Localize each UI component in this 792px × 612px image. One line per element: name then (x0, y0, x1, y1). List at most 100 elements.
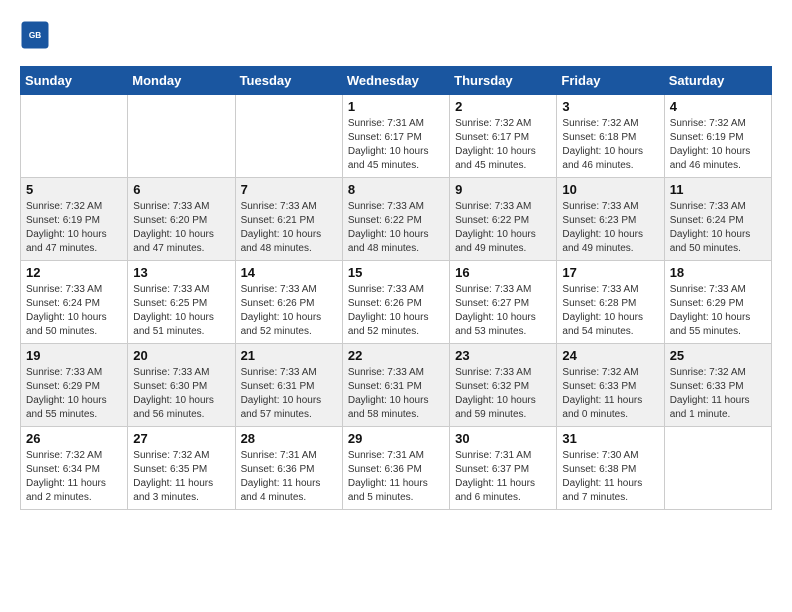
day-header-monday: Monday (128, 67, 235, 95)
day-info: Sunrise: 7:31 AM Sunset: 6:36 PM Dayligh… (241, 449, 337, 505)
day-info: Sunrise: 7:32 AM Sunset: 6:17 PM Dayligh… (455, 117, 551, 173)
day-number: 13 (133, 265, 229, 280)
calendar-cell: 9Sunrise: 7:33 AM Sunset: 6:22 PM Daylig… (450, 178, 557, 261)
calendar-cell: 18Sunrise: 7:33 AM Sunset: 6:29 PM Dayli… (664, 261, 771, 344)
calendar-cell: 19 Sunrise: 7:33 AM Sunset: 6:29 PM Dayli… (21, 344, 128, 427)
day-number: 8 (348, 182, 444, 197)
day-number: 11 (670, 182, 766, 197)
day-info: Sunrise: 7:32 AM Sunset: 6:34 PM Dayligh… (26, 449, 122, 505)
day-info: Sunrise: 7:33 AM Sunset: 6:31 PM Dayligh… (241, 366, 337, 422)
day-number: 31 (562, 431, 658, 446)
calendar-cell: 22 Sunrise: 7:33 AM Sunset: 6:31 PM Dayli… (342, 344, 449, 427)
day-number: 19 (26, 348, 122, 363)
calendar-cell (664, 427, 771, 510)
day-number: 23 (455, 348, 551, 363)
calendar-cell: 15Sunrise: 7:33 AM Sunset: 6:26 PM Dayli… (342, 261, 449, 344)
calendar-cell: 25Sunrise: 7:32 AM Sunset: 6:33 PM Dayli… (664, 344, 771, 427)
day-number: 18 (670, 265, 766, 280)
day-info: Sunrise: 7:32 AM Sunset: 6:19 PM Dayligh… (670, 117, 766, 173)
calendar-week-row: 19 Sunrise: 7:33 AM Sunset: 6:29 PM Dayli… (21, 344, 772, 427)
logo-icon: GB (20, 20, 50, 50)
day-info: Sunrise: 7:32 AM Sunset: 6:35 PM Dayligh… (133, 449, 229, 505)
calendar-table: SundayMondayTuesdayWednesdayThursdayFrid… (20, 66, 772, 510)
calendar-week-row: 1 Sunrise: 7:31 AM Sunset: 6:17 PM Daylig… (21, 95, 772, 178)
day-info: Sunrise: 7:33 AM Sunset: 6:24 PM Dayligh… (670, 200, 766, 256)
calendar-header-row: SundayMondayTuesdayWednesdayThursdayFrid… (21, 67, 772, 95)
day-number: 7 (241, 182, 337, 197)
calendar-cell (128, 95, 235, 178)
calendar-cell: 7 Sunrise: 7:33 AM Sunset: 6:21 PM Daylig… (235, 178, 342, 261)
calendar-cell: 13 Sunrise: 7:33 AM Sunset: 6:25 PM Dayli… (128, 261, 235, 344)
day-number: 24 (562, 348, 658, 363)
day-info: Sunrise: 7:33 AM Sunset: 6:32 PM Dayligh… (455, 366, 551, 422)
calendar-cell: 27 Sunrise: 7:32 AM Sunset: 6:35 PM Dayli… (128, 427, 235, 510)
day-number: 27 (133, 431, 229, 446)
calendar-cell: 30Sunrise: 7:31 AM Sunset: 6:37 PM Dayli… (450, 427, 557, 510)
calendar-cell (235, 95, 342, 178)
calendar-cell: 10Sunrise: 7:33 AM Sunset: 6:23 PM Dayli… (557, 178, 664, 261)
calendar-cell: 6 Sunrise: 7:33 AM Sunset: 6:20 PM Daylig… (128, 178, 235, 261)
calendar-cell: 12 Sunrise: 7:33 AM Sunset: 6:24 PM Dayli… (21, 261, 128, 344)
calendar-cell: 4 Sunrise: 7:32 AM Sunset: 6:19 PM Daylig… (664, 95, 771, 178)
day-info: Sunrise: 7:33 AM Sunset: 6:21 PM Dayligh… (241, 200, 337, 256)
calendar-cell: 16 Sunrise: 7:33 AM Sunset: 6:27 PM Dayli… (450, 261, 557, 344)
day-number: 3 (562, 99, 658, 114)
day-info: Sunrise: 7:30 AM Sunset: 6:38 PM Dayligh… (562, 449, 658, 505)
calendar-cell: 11 Sunrise: 7:33 AM Sunset: 6:24 PM Dayli… (664, 178, 771, 261)
calendar-cell (21, 95, 128, 178)
day-info: Sunrise: 7:33 AM Sunset: 6:28 PM Dayligh… (562, 283, 658, 339)
day-info: Sunrise: 7:31 AM Sunset: 6:17 PM Dayligh… (348, 117, 444, 173)
day-number: 10 (562, 182, 658, 197)
svg-text:GB: GB (29, 31, 41, 40)
calendar-cell: 14 Sunrise: 7:33 AM Sunset: 6:26 PM Dayli… (235, 261, 342, 344)
calendar-cell: 24Sunrise: 7:32 AM Sunset: 6:33 PM Dayli… (557, 344, 664, 427)
calendar-cell: 31 Sunrise: 7:30 AM Sunset: 6:38 PM Dayli… (557, 427, 664, 510)
day-header-tuesday: Tuesday (235, 67, 342, 95)
day-number: 26 (26, 431, 122, 446)
day-info: Sunrise: 7:33 AM Sunset: 6:20 PM Dayligh… (133, 200, 229, 256)
day-header-friday: Friday (557, 67, 664, 95)
day-number: 15 (348, 265, 444, 280)
day-number: 22 (348, 348, 444, 363)
day-number: 2 (455, 99, 551, 114)
day-number: 29 (348, 431, 444, 446)
calendar-cell: 8 Sunrise: 7:33 AM Sunset: 6:22 PM Daylig… (342, 178, 449, 261)
calendar-cell: 1 Sunrise: 7:31 AM Sunset: 6:17 PM Daylig… (342, 95, 449, 178)
day-info: Sunrise: 7:32 AM Sunset: 6:19 PM Dayligh… (26, 200, 122, 256)
day-number: 9 (455, 182, 551, 197)
day-info: Sunrise: 7:33 AM Sunset: 6:30 PM Dayligh… (133, 366, 229, 422)
day-info: Sunrise: 7:33 AM Sunset: 6:22 PM Dayligh… (348, 200, 444, 256)
day-number: 6 (133, 182, 229, 197)
calendar-cell: 23 Sunrise: 7:33 AM Sunset: 6:32 PM Dayli… (450, 344, 557, 427)
calendar-week-row: 5 Sunrise: 7:32 AM Sunset: 6:19 PM Daylig… (21, 178, 772, 261)
day-number: 16 (455, 265, 551, 280)
day-header-sunday: Sunday (21, 67, 128, 95)
day-info: Sunrise: 7:33 AM Sunset: 6:27 PM Dayligh… (455, 283, 551, 339)
day-info: Sunrise: 7:33 AM Sunset: 6:26 PM Dayligh… (241, 283, 337, 339)
day-info: Sunrise: 7:32 AM Sunset: 6:18 PM Dayligh… (562, 117, 658, 173)
logo: GB (20, 20, 54, 50)
calendar-cell: 20 Sunrise: 7:33 AM Sunset: 6:30 PM Dayli… (128, 344, 235, 427)
day-number: 4 (670, 99, 766, 114)
day-info: Sunrise: 7:31 AM Sunset: 6:36 PM Dayligh… (348, 449, 444, 505)
day-number: 5 (26, 182, 122, 197)
day-info: Sunrise: 7:33 AM Sunset: 6:31 PM Dayligh… (348, 366, 444, 422)
calendar-week-row: 12 Sunrise: 7:33 AM Sunset: 6:24 PM Dayli… (21, 261, 772, 344)
day-info: Sunrise: 7:33 AM Sunset: 6:25 PM Dayligh… (133, 283, 229, 339)
day-header-wednesday: Wednesday (342, 67, 449, 95)
day-info: Sunrise: 7:33 AM Sunset: 6:24 PM Dayligh… (26, 283, 122, 339)
day-number: 1 (348, 99, 444, 114)
calendar-cell: 28 Sunrise: 7:31 AM Sunset: 6:36 PM Dayli… (235, 427, 342, 510)
calendar-week-row: 26 Sunrise: 7:32 AM Sunset: 6:34 PM Dayli… (21, 427, 772, 510)
day-number: 20 (133, 348, 229, 363)
day-number: 12 (26, 265, 122, 280)
page-header: GB (20, 20, 772, 50)
day-header-saturday: Saturday (664, 67, 771, 95)
calendar-cell: 17Sunrise: 7:33 AM Sunset: 6:28 PM Dayli… (557, 261, 664, 344)
day-info: Sunrise: 7:33 AM Sunset: 6:29 PM Dayligh… (26, 366, 122, 422)
calendar-cell: 2 Sunrise: 7:32 AM Sunset: 6:17 PM Daylig… (450, 95, 557, 178)
day-number: 30 (455, 431, 551, 446)
day-number: 28 (241, 431, 337, 446)
calendar-cell: 3 Sunrise: 7:32 AM Sunset: 6:18 PM Daylig… (557, 95, 664, 178)
day-number: 14 (241, 265, 337, 280)
